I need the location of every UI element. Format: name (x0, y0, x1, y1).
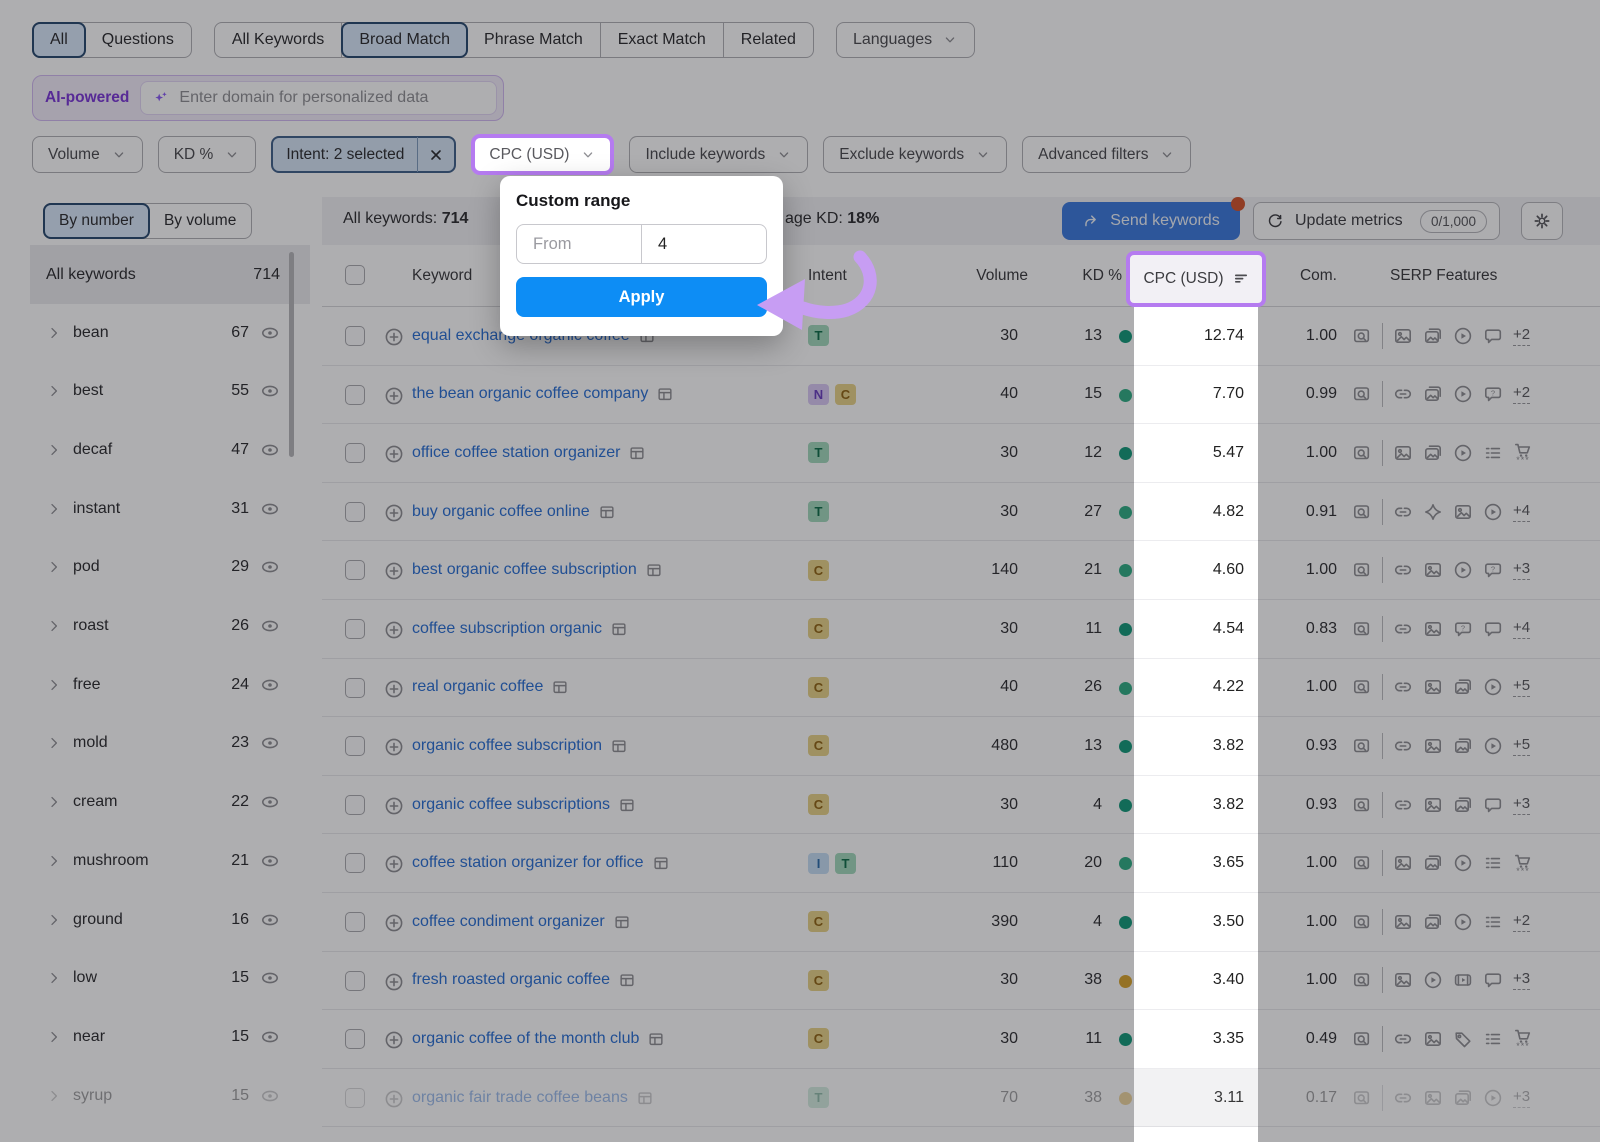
keyword-magic-tool: ? All Questions All Keywords Broad Match… (0, 0, 1600, 1142)
apply-button[interactable]: Apply (516, 277, 767, 317)
tutorial-dim-overlay (0, 0, 1600, 1142)
cpc-value: 3.65 (1134, 834, 1258, 893)
cpc-filter-label: CPC (USD) (489, 146, 569, 164)
cpc-value: 3.82 (1134, 776, 1258, 835)
cpc-value: 3.50 (1134, 893, 1258, 952)
cpc-value: 3.82 (1134, 717, 1258, 776)
cpc-column-tail (1134, 1127, 1258, 1142)
cpc-value: 3.35 (1134, 1010, 1258, 1069)
cpc-value: 3.11 (1134, 1069, 1258, 1128)
cpc-value: 4.22 (1134, 659, 1258, 718)
header-cpc-highlighted[interactable]: CPC (USD) (1126, 251, 1266, 307)
cpc-value: 3.40 (1134, 952, 1258, 1011)
header-cpc-label: CPC (USD) (1143, 270, 1223, 288)
popup-title: Custom range (516, 191, 767, 211)
chevron-down-icon (580, 147, 596, 163)
annotation-arrow (745, 235, 880, 345)
sort-descending-icon (1233, 271, 1249, 287)
cpc-value: 7.70 (1134, 366, 1258, 425)
range-from-input[interactable] (517, 225, 641, 263)
cpc-value: 4.60 (1134, 541, 1258, 600)
range-inputs (516, 224, 767, 264)
cpc-value: 4.82 (1134, 483, 1258, 542)
cpc-filter[interactable]: CPC (USD) (471, 134, 614, 175)
cpc-value: 5.47 (1134, 424, 1258, 483)
cpc-value: 12.74 (1134, 307, 1258, 366)
custom-range-popup: Custom range Apply (500, 176, 783, 336)
cpc-value: 4.54 (1134, 600, 1258, 659)
